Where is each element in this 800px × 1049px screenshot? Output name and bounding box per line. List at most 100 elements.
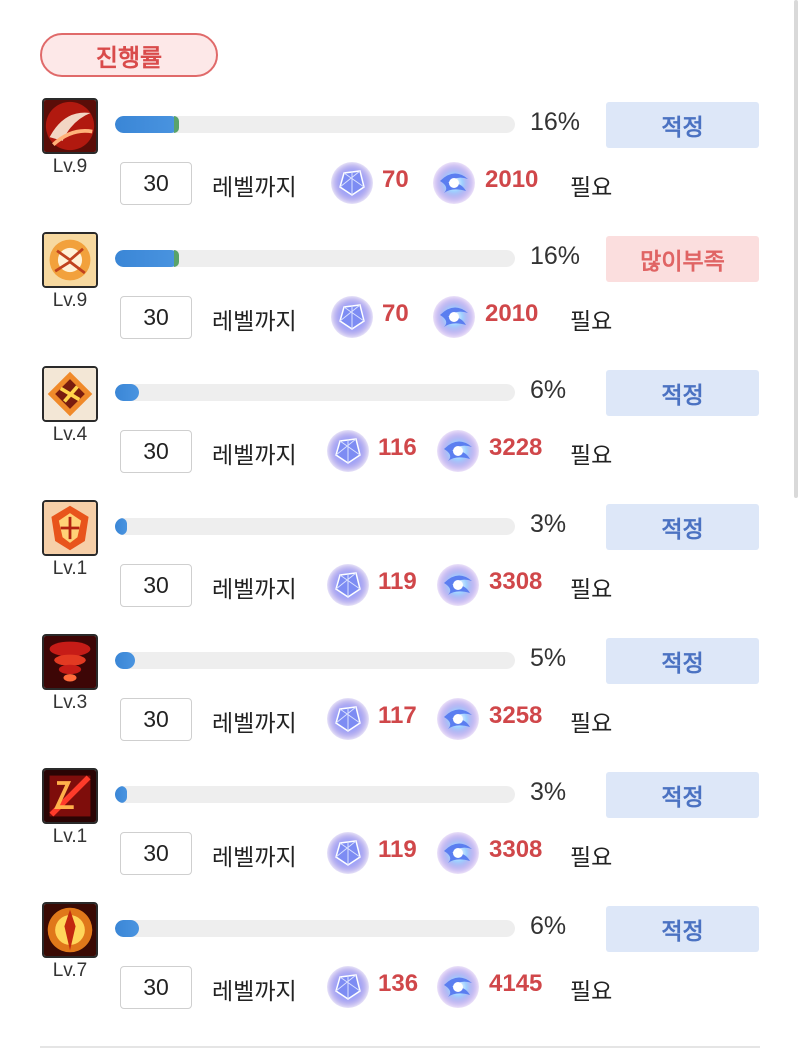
crimson-strike-skill-icon xyxy=(42,768,98,824)
status-badge: 적정 xyxy=(606,370,759,416)
need-label: 필요 xyxy=(570,175,613,201)
cost-crystal: 119 xyxy=(378,836,417,863)
target-level-input[interactable]: 30 xyxy=(120,832,192,875)
level-label: Lv.9 xyxy=(52,156,88,177)
cost-spirit: 3228 xyxy=(489,434,543,461)
target-level-input[interactable]: 30 xyxy=(120,430,192,473)
skill-row: Lv.1 3% 적정 30 레벨까지 119 3308 필요 xyxy=(0,768,790,902)
need-label: 필요 xyxy=(570,577,613,603)
need-label: 필요 xyxy=(570,443,613,469)
spirit-orb-icon xyxy=(436,965,480,1009)
spirit-orb-icon xyxy=(432,161,476,205)
crystal-orb-icon xyxy=(326,965,370,1009)
status-badge: 적정 xyxy=(606,772,759,818)
diamond-rune-skill-icon xyxy=(42,366,98,422)
until-level-label: 레벨까지 xyxy=(212,979,297,1005)
skill-row: Lv.4 6% 적정 30 레벨까지 116 3228 필요 xyxy=(0,366,790,500)
cost-crystal: 117 xyxy=(378,702,417,729)
level-label: Lv.3 xyxy=(52,692,88,713)
progress-percent: 5% xyxy=(530,644,567,672)
progress-bar xyxy=(115,652,515,669)
status-badge: 많이부족 xyxy=(606,236,759,282)
cost-spirit: 3258 xyxy=(489,702,543,729)
crystal-orb-icon xyxy=(326,697,370,741)
cost-spirit: 4145 xyxy=(489,970,543,997)
level-label: Lv.1 xyxy=(52,558,88,579)
progress-percent: 3% xyxy=(530,510,567,538)
crystal-orb-icon xyxy=(330,161,374,205)
target-level-input[interactable]: 30 xyxy=(120,162,192,205)
orange-burst-skill-icon xyxy=(42,232,98,288)
level-label: Lv.1 xyxy=(52,826,88,847)
cost-crystal: 119 xyxy=(378,568,417,595)
cost-crystal: 116 xyxy=(378,434,417,461)
progress-bar xyxy=(115,518,515,535)
progress-bar-fill xyxy=(115,652,135,669)
progress-bar xyxy=(115,384,515,401)
target-level-input[interactable]: 30 xyxy=(120,564,192,607)
flame-crest-skill-icon xyxy=(42,500,98,556)
red-slash-skill-icon xyxy=(42,98,98,154)
progress-bar-fill xyxy=(115,518,127,535)
cost-spirit: 2010 xyxy=(485,166,539,193)
progress-bar-fill xyxy=(115,116,179,133)
skill-row: Lv.9 16% 많이부족 30 레벨까지 70 2010 필요 xyxy=(0,232,790,366)
progress-bar-fill xyxy=(115,920,139,937)
progress-percent: 16% xyxy=(530,242,581,270)
cost-crystal: 70 xyxy=(382,300,409,327)
scrollbar[interactable] xyxy=(792,0,800,500)
skill-row: Lv.7 6% 적정 30 레벨까지 136 4145 필요 xyxy=(0,902,790,1036)
target-level-input[interactable]: 30 xyxy=(120,698,192,741)
progress-bar-fill xyxy=(115,786,127,803)
target-level-input[interactable]: 30 xyxy=(120,966,192,1009)
progress-percent: 3% xyxy=(530,778,567,806)
spirit-orb-icon xyxy=(436,563,480,607)
divider xyxy=(40,1046,760,1048)
need-label: 필요 xyxy=(570,309,613,335)
until-level-label: 레벨까지 xyxy=(212,845,297,871)
need-label: 필요 xyxy=(570,979,613,1005)
spirit-orb-icon xyxy=(432,295,476,339)
golden-aura-skill-icon xyxy=(42,902,98,958)
target-level-input[interactable]: 30 xyxy=(120,296,192,339)
progress-bar xyxy=(115,250,515,267)
cost-spirit: 2010 xyxy=(485,300,539,327)
scrollbar-thumb[interactable] xyxy=(794,0,798,498)
cost-spirit: 3308 xyxy=(489,836,543,863)
skill-row: Lv.3 5% 적정 30 레벨까지 117 3258 필요 xyxy=(0,634,790,768)
status-badge: 적정 xyxy=(606,102,759,148)
skill-row: Lv.9 16% 적정 30 레벨까지 70 2010 필요 xyxy=(0,98,790,232)
progress-bar-fill xyxy=(115,250,179,267)
progress-bar xyxy=(115,920,515,937)
cost-crystal: 136 xyxy=(378,970,419,997)
progress-bar-fill xyxy=(115,384,139,401)
progress-header: 진행률 xyxy=(40,33,218,77)
status-badge: 적정 xyxy=(606,638,759,684)
progress-percent: 16% xyxy=(530,108,581,136)
need-label: 필요 xyxy=(570,711,613,737)
level-label: Lv.4 xyxy=(52,424,88,445)
need-label: 필요 xyxy=(570,845,613,871)
cost-spirit: 3308 xyxy=(489,568,543,595)
progress-bar xyxy=(115,786,515,803)
spirit-orb-icon xyxy=(436,429,480,473)
until-level-label: 레벨까지 xyxy=(212,711,297,737)
crystal-orb-icon xyxy=(326,563,370,607)
crystal-orb-icon xyxy=(326,429,370,473)
cost-crystal: 70 xyxy=(382,166,409,193)
crystal-orb-icon xyxy=(330,295,374,339)
skill-row: Lv.1 3% 적정 30 레벨까지 119 3308 필요 xyxy=(0,500,790,634)
status-badge: 적정 xyxy=(606,906,759,952)
level-label: Lv.7 xyxy=(52,960,88,981)
spirit-orb-icon xyxy=(436,831,480,875)
spirit-orb-icon xyxy=(436,697,480,741)
progress-percent: 6% xyxy=(530,912,567,940)
red-tornado-skill-icon xyxy=(42,634,98,690)
until-level-label: 레벨까지 xyxy=(212,309,297,335)
level-label: Lv.9 xyxy=(52,290,88,311)
progress-bar xyxy=(115,116,515,133)
until-level-label: 레벨까지 xyxy=(212,175,297,201)
status-badge: 적정 xyxy=(606,504,759,550)
crystal-orb-icon xyxy=(326,831,370,875)
until-level-label: 레벨까지 xyxy=(212,577,297,603)
